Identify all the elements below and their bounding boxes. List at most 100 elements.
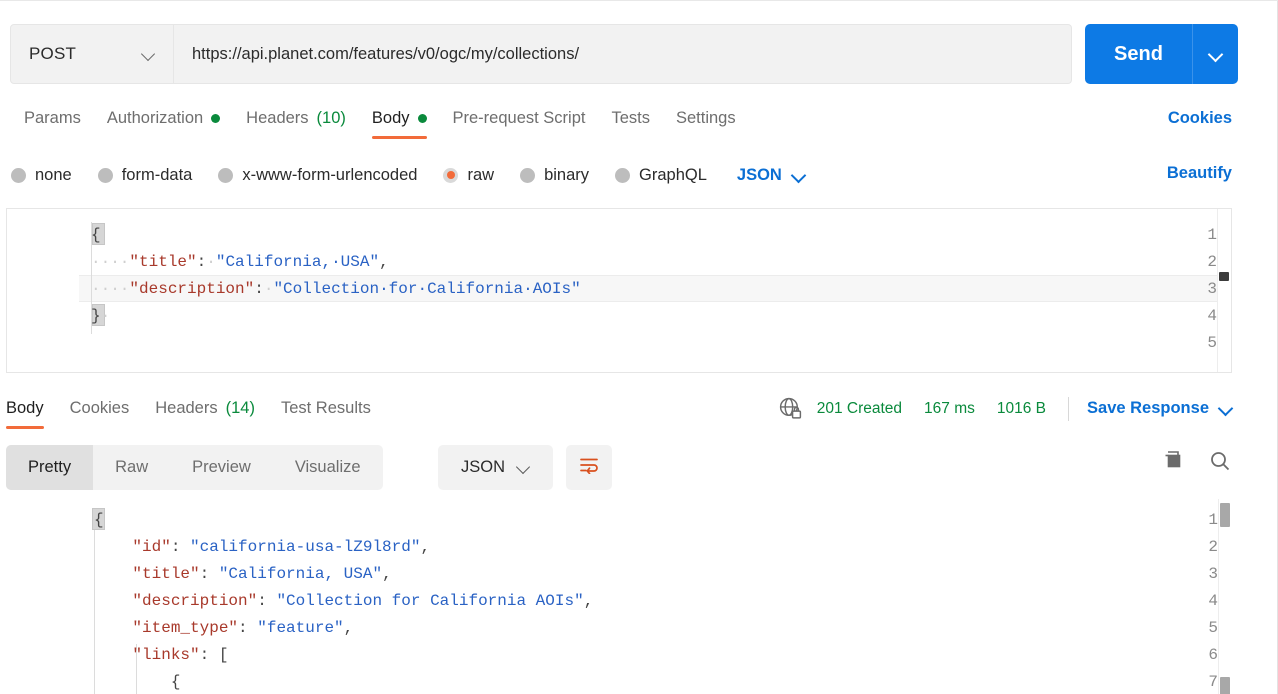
radio-icon — [11, 167, 26, 183]
request-editor-scrollbar[interactable] — [1217, 209, 1231, 372]
tab-body[interactable]: Body — [359, 101, 440, 139]
send-button[interactable]: Send — [1085, 24, 1193, 84]
line-number: 1 — [1208, 511, 1218, 529]
body-type-x-www-form-urlencoded[interactable]: x-www-form-urlencoded — [218, 166, 417, 185]
code-line: { — [94, 511, 104, 529]
cookies-link[interactable]: Cookies — [1168, 109, 1232, 128]
raw-format-selector[interactable]: JSON — [737, 166, 805, 185]
globe-lock-icon — [778, 396, 803, 421]
tab-label: Pre-request Script — [452, 108, 586, 127]
body-type-form-data[interactable]: form-data — [97, 166, 192, 185]
line-number-gutter — [6, 499, 78, 694]
request-code-area: 1 2 3 4 5 { ····"title":·"California,·US… — [7, 209, 1231, 372]
tab-label: Cookies — [69, 398, 130, 417]
line-number-gutter — [7, 209, 79, 372]
active-tab-underline — [371, 136, 427, 139]
tab-params[interactable]: Params — [11, 101, 94, 135]
tab-headers[interactable]: Headers (10) — [233, 101, 359, 135]
body-type-binary[interactable]: binary — [520, 166, 589, 185]
body-type-none[interactable]: none — [11, 166, 72, 185]
http-method-label: POST — [29, 44, 77, 63]
radio-icon — [97, 167, 113, 183]
url-bar: POST https://api.planet.com/features/v0/… — [10, 24, 1238, 84]
response-tab-headers[interactable]: Headers (14) — [142, 391, 268, 425]
body-type-label: none — [35, 165, 72, 184]
response-time: 167 ms — [924, 399, 975, 417]
code-line: }· — [91, 307, 111, 325]
response-tab-test-results[interactable]: Test Results — [268, 391, 384, 425]
send-button-group: Send — [1085, 24, 1238, 84]
scrollbar-marker[interactable] — [1220, 677, 1230, 694]
view-tab-visualize[interactable]: Visualize — [273, 445, 383, 490]
url-input[interactable]: https://api.planet.com/features/v0/ogc/m… — [174, 24, 1072, 84]
response-tab-cookies[interactable]: Cookies — [57, 391, 143, 425]
response-size: 1016 B — [996, 399, 1047, 417]
search-icon[interactable] — [1208, 449, 1232, 478]
response-format-selector[interactable]: JSON — [438, 445, 553, 490]
response-tab-body[interactable]: Body — [0, 391, 57, 429]
tab-label: Params — [24, 108, 81, 127]
http-method-selector[interactable]: POST — [10, 24, 174, 84]
line-number: 3 — [1208, 565, 1218, 583]
body-type-raw[interactable]: raw — [443, 166, 494, 185]
body-type-graphql[interactable]: GraphQL — [615, 166, 707, 185]
line-number: 3 — [1207, 280, 1217, 298]
chevron-down-icon[interactable] — [1219, 402, 1232, 415]
view-tab-preview[interactable]: Preview — [170, 445, 273, 490]
chevron-down-icon — [517, 461, 530, 474]
chevron-down-icon — [792, 169, 805, 182]
tab-settings[interactable]: Settings — [663, 101, 749, 135]
chevron-down-icon — [142, 48, 155, 61]
code-line: { — [91, 226, 101, 244]
response-code-area: 1 2 3 4 5 6 7 { "id": "california-usa-lZ… — [6, 499, 1232, 694]
tab-label: Body — [371, 108, 410, 127]
tab-tests[interactable]: Tests — [598, 101, 663, 135]
body-type-label: raw — [467, 165, 495, 184]
chevron-down-icon — [1209, 48, 1222, 61]
line-number: 5 — [1207, 334, 1217, 352]
postman-request-response-pane: POST https://api.planet.com/features/v0/… — [0, 0, 1278, 694]
request-body-editor[interactable]: 1 2 3 4 5 { ····"title":·"California,·US… — [6, 208, 1232, 373]
beautify-link[interactable]: Beautify — [1167, 164, 1232, 183]
scrollbar-thumb[interactable] — [1219, 272, 1229, 281]
tab-label: Test Results — [280, 398, 371, 417]
tab-label: Authorization — [106, 108, 204, 127]
line-number: 4 — [1208, 592, 1218, 610]
save-response-button[interactable]: Save Response — [1087, 399, 1209, 418]
status-code: 201 Created — [816, 399, 903, 417]
line-number: 2 — [1208, 538, 1218, 556]
tab-label: Settings — [675, 108, 736, 127]
body-type-label: binary — [544, 165, 590, 184]
response-meta: 201 Created 167 ms 1016 B Save Response — [778, 396, 1232, 421]
response-actions — [1162, 449, 1232, 478]
tab-label: Headers — [246, 108, 309, 127]
body-type-label: x-www-form-urlencoded — [242, 165, 418, 184]
view-tab-raw[interactable]: Raw — [93, 445, 170, 490]
body-type-options: none form-data x-www-form-urlencoded raw… — [11, 161, 805, 189]
response-format-label: JSON — [460, 458, 505, 476]
line-number: 4 — [1207, 307, 1217, 325]
status-dot-icon — [417, 113, 427, 123]
response-editor-scrollbar[interactable] — [1218, 499, 1232, 694]
radio-icon — [218, 167, 234, 183]
code-line: "description": "Collection for Californi… — [132, 592, 594, 610]
tab-pre-request-script[interactable]: Pre-request Script — [440, 101, 599, 135]
copy-icon[interactable] — [1162, 449, 1186, 478]
code-line: "title": "California, USA", — [132, 565, 392, 583]
code-line: "item_type": "feature", — [132, 619, 354, 637]
word-wrap-icon — [578, 456, 600, 479]
radio-icon — [615, 167, 631, 183]
line-number: 6 — [1208, 646, 1218, 664]
code-line: ····"description":·"Collection·for·Calif… — [91, 280, 581, 298]
active-tab-underline — [6, 426, 44, 429]
send-options-button[interactable] — [1193, 24, 1238, 84]
tab-authorization[interactable]: Authorization — [94, 101, 233, 135]
tab-label: Body — [6, 398, 44, 417]
scrollbar-thumb[interactable] — [1220, 503, 1230, 527]
view-tab-pretty[interactable]: Pretty — [6, 445, 94, 490]
line-number: 2 — [1207, 253, 1217, 271]
request-tabs: Params Authorization Headers (10) Body P… — [0, 101, 1278, 141]
word-wrap-button[interactable] — [566, 445, 612, 490]
status-dot-icon — [211, 113, 221, 123]
response-body-editor[interactable]: 1 2 3 4 5 6 7 { "id": "california-usa-lZ… — [6, 499, 1232, 694]
